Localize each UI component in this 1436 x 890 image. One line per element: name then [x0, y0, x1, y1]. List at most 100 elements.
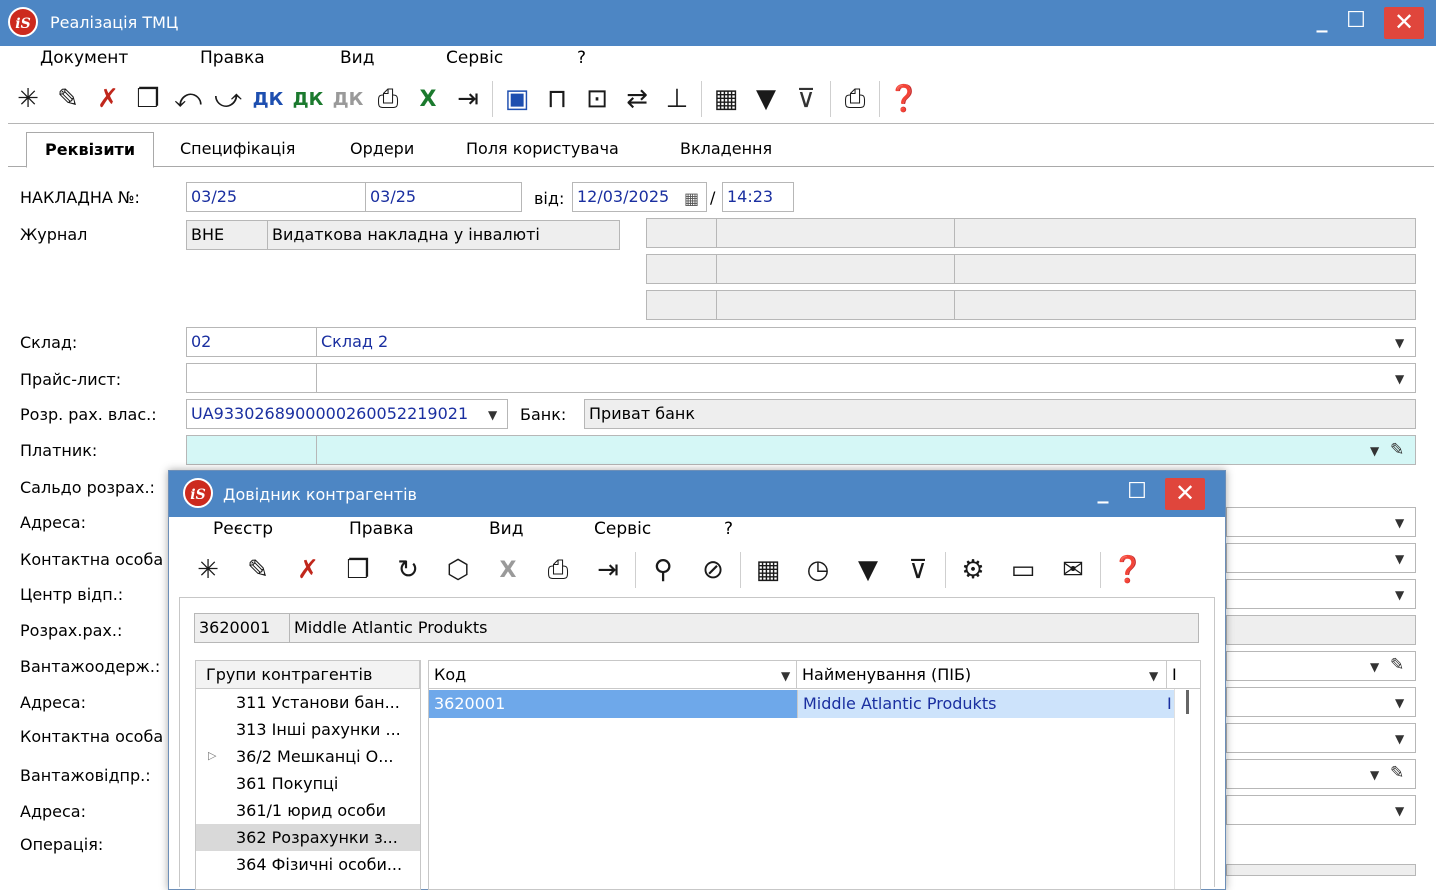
grid-scrollbar[interactable]	[1174, 689, 1200, 889]
dialog-maximize-button[interactable]: ☐	[1117, 477, 1157, 509]
consignee-dropdown-icon[interactable]: ▼	[1370, 660, 1379, 674]
payer-name-field[interactable]	[316, 435, 1416, 465]
pricelist-dropdown-icon[interactable]: ▼	[1395, 372, 1404, 386]
contact-1-field[interactable]	[1226, 543, 1416, 573]
consignee-edit-icon[interactable]: ✎	[1390, 655, 1404, 675]
save-icon[interactable]: ▣	[497, 79, 537, 119]
dialog-menu-registry[interactable]: Реєстр	[213, 519, 273, 539]
dialog-menu-help[interactable]: ?	[724, 519, 733, 539]
tree-item[interactable]: 364 Фізичні особи...	[196, 851, 420, 878]
dlg-exit-icon[interactable]: ⇥	[583, 550, 633, 590]
clear-filter-icon[interactable]: ⊽	[786, 79, 826, 119]
grid-icon[interactable]: ▦	[706, 79, 746, 119]
row-code-cell[interactable]: 3620001	[429, 690, 797, 718]
import-icon[interactable]: ⤺	[168, 79, 208, 119]
maximize-button[interactable]: ☐	[1336, 6, 1376, 38]
own-account-dropdown-icon[interactable]: ▼	[488, 408, 497, 422]
dlg-attach-icon[interactable]: ⊘	[688, 550, 738, 590]
debit-credit-3-icon[interactable]: ДК	[328, 79, 368, 119]
pricelist-name-field[interactable]	[316, 363, 1416, 393]
grid-scrollbar-thumb[interactable]	[1186, 690, 1189, 714]
dlg-package-icon[interactable]: ⬡	[433, 550, 483, 590]
journal-name-field[interactable]: Видаткова накладна у інвалюті	[267, 220, 620, 250]
contact-2-dropdown-icon[interactable]: ▼	[1395, 732, 1404, 746]
center-dropdown-icon[interactable]: ▼	[1395, 588, 1404, 602]
dlg-copy-icon[interactable]: ❐	[333, 550, 383, 590]
printer-icon[interactable]: ⎙	[835, 79, 875, 119]
table-row[interactable]: 3620001 Middle Atlantic Produkts І	[429, 690, 1175, 718]
book-icon[interactable]: ⊓	[537, 79, 577, 119]
excel-icon[interactable]: X	[408, 79, 448, 119]
debit-credit-icon[interactable]: ДК	[248, 79, 288, 119]
time-field[interactable]: 14:23	[722, 182, 794, 212]
warehouse-code-field[interactable]: 02	[186, 327, 317, 357]
new-doc-icon[interactable]: ✳	[8, 79, 48, 119]
own-account-field[interactable]: UA9330268900000260052219021	[186, 399, 508, 429]
link-icon[interactable]: ⇄	[617, 79, 657, 119]
dlg-edit-icon[interactable]: ✎	[233, 550, 283, 590]
dialog-menu-edit[interactable]: Правка	[349, 519, 414, 539]
dlg-settings-icon[interactable]: ⚙	[948, 550, 998, 590]
journal-code-field[interactable]: ВНЕ	[186, 220, 268, 250]
tree-item[interactable]: 311 Установи бан...	[196, 689, 420, 716]
address-1-field[interactable]	[1226, 507, 1416, 537]
dlg-form-icon[interactable]: ▭	[998, 550, 1048, 590]
print-preview-icon[interactable]: ⎙	[368, 79, 408, 119]
dlg-delete-icon[interactable]: ✗	[283, 550, 333, 590]
address-3-dropdown-icon[interactable]: ▼	[1395, 804, 1404, 818]
address-2-field[interactable]	[1226, 687, 1416, 717]
tree-item[interactable]: 361 Покупці	[196, 770, 420, 797]
menu-view[interactable]: Вид	[340, 48, 374, 68]
menu-service[interactable]: Сервіс	[446, 48, 503, 68]
dlg-help-icon[interactable]: ❓	[1103, 550, 1153, 590]
menu-document[interactable]: Документ	[40, 48, 128, 68]
dlg-mail-icon[interactable]: ✉	[1048, 550, 1098, 590]
tree-item[interactable]: 313 Інші рахунки ...	[196, 716, 420, 743]
shipper-edit-icon[interactable]: ✎	[1390, 763, 1404, 783]
contact-1-dropdown-icon[interactable]: ▼	[1395, 552, 1404, 566]
close-button[interactable]: ✕	[1384, 7, 1424, 39]
tree-icon[interactable]: ⊥	[657, 79, 697, 119]
payer-code-field[interactable]	[186, 435, 317, 465]
filter-icon[interactable]: ▼	[746, 79, 786, 119]
groups-tree-header[interactable]: Групи контрагентів	[196, 661, 420, 689]
payer-edit-icon[interactable]: ✎	[1390, 440, 1404, 460]
folder-icon[interactable]: ⊡	[577, 79, 617, 119]
shipper-dropdown-icon[interactable]: ▼	[1370, 768, 1379, 782]
tree-item[interactable]: 36/2 Мешканці О...	[196, 743, 420, 770]
invoice-number-field[interactable]: 03/25	[186, 182, 366, 212]
warehouse-name-field[interactable]: Склад 2	[316, 327, 1416, 357]
contact-2-field[interactable]	[1226, 723, 1416, 753]
address-3-field[interactable]	[1226, 795, 1416, 825]
debit-credit-2-icon[interactable]: ДК	[288, 79, 328, 119]
dlg-excel-icon[interactable]: X	[483, 550, 533, 590]
address-1-dropdown-icon[interactable]: ▼	[1395, 516, 1404, 530]
menu-help[interactable]: ?	[577, 48, 586, 68]
invoice-number-field-2[interactable]: 03/25	[365, 182, 522, 212]
dlg-search-icon[interactable]: ⚲	[638, 550, 688, 590]
tab-orders[interactable]: Ордери	[332, 132, 432, 168]
tree-expand-icon[interactable]: ▷	[208, 749, 216, 762]
delete-doc-icon[interactable]: ✗	[88, 79, 128, 119]
grid-header-extra[interactable]: І	[1167, 661, 1200, 689]
payer-dropdown-icon[interactable]: ▼	[1370, 444, 1379, 458]
shipper-field[interactable]	[1226, 759, 1416, 789]
grid-header-code[interactable]: Код	[429, 661, 797, 689]
dlg-grid-icon[interactable]: ▦	[743, 550, 793, 590]
exit-icon[interactable]: ⇥	[448, 79, 488, 119]
address-2-dropdown-icon[interactable]: ▼	[1395, 696, 1404, 710]
tree-item[interactable]: 361/1 юрид особи	[196, 797, 420, 824]
dialog-menu-view[interactable]: Вид	[489, 519, 523, 539]
grid-header-name[interactable]: Найменування (ПІБ)	[797, 661, 1167, 689]
tab-attachments[interactable]: Вкладення	[662, 132, 790, 168]
center-field[interactable]	[1226, 579, 1416, 609]
tab-user-fields[interactable]: Поля користувача	[448, 132, 637, 168]
dlg-history-icon[interactable]: ◷	[793, 550, 843, 590]
row-name-cell[interactable]: Middle Atlantic Produkts	[797, 690, 1167, 718]
grid-header-name-filter-icon[interactable]: ▼	[1149, 669, 1158, 683]
warehouse-dropdown-icon[interactable]: ▼	[1395, 336, 1404, 350]
pricelist-code-field[interactable]	[186, 363, 317, 393]
dlg-refresh-icon[interactable]: ↻	[383, 550, 433, 590]
menu-edit[interactable]: Правка	[200, 48, 265, 68]
tree-item-selected[interactable]: 362 Розрахунки з...	[196, 824, 420, 851]
